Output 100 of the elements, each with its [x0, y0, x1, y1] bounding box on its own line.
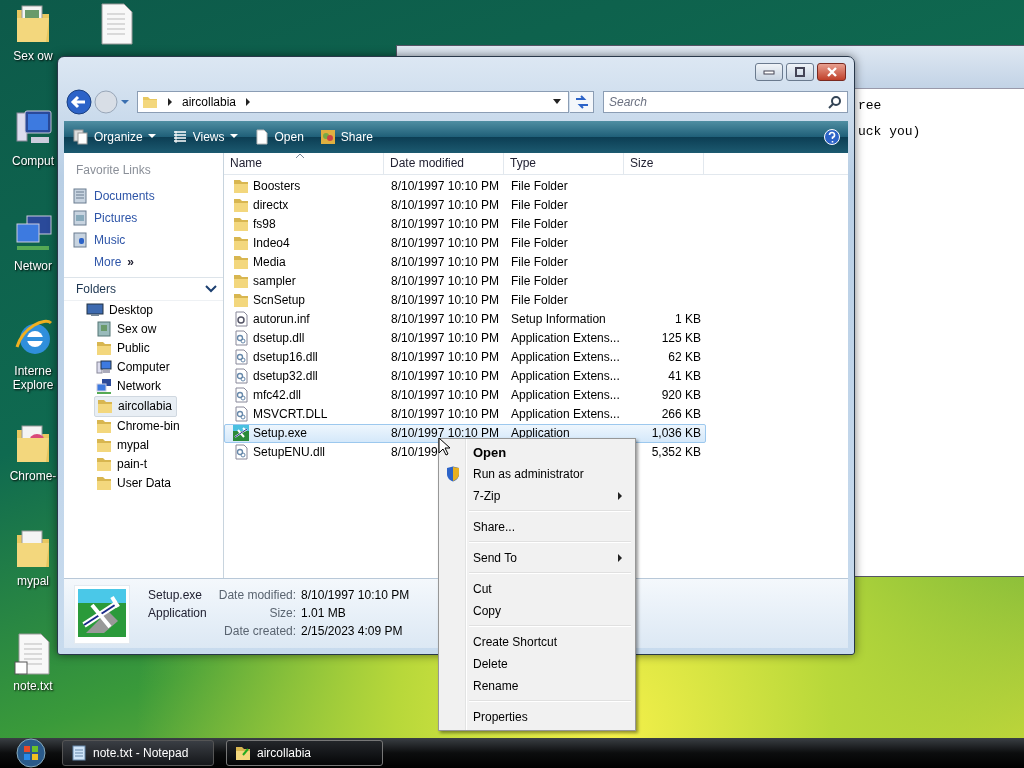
desktop-icon-label[interactable]: Sex ow [13, 49, 53, 63]
menu-item[interactable]: 7-Zip [441, 485, 633, 507]
history-dropdown-icon[interactable] [120, 98, 130, 105]
gear-file-icon [233, 444, 249, 461]
library-icon [72, 187, 88, 204]
folders-header[interactable]: Folders [64, 276, 223, 301]
toolbar-button[interactable]: Share [314, 124, 378, 149]
file-item[interactable]: SetupENU.dll [225, 444, 385, 461]
menu-item[interactable]: Create Shortcut [441, 631, 633, 653]
file-item[interactable]: dsetup.dll [225, 330, 385, 347]
folder-icon [96, 475, 112, 492]
tree-item[interactable]: Chrome-bin [94, 416, 184, 436]
file-item[interactable]: dsetup32.dll [225, 368, 385, 385]
folder-icon [96, 340, 112, 357]
desktop-icon-label[interactable]: Chrome- [9, 469, 57, 483]
date-modified: 8/10/1997 10:10 PM [391, 426, 500, 441]
notepad-text: ree [858, 97, 883, 115]
date-modified: 8/10/1997 10:10 PM [391, 388, 500, 403]
monitor-icon [86, 303, 104, 318]
column-header[interactable]: Date modified [384, 152, 504, 174]
menu-item[interactable]: Delete [441, 653, 633, 675]
menu-item[interactable]: Copy [441, 600, 633, 622]
file-size: 41 KB [668, 369, 701, 384]
desktop-icon-label[interactable]: Comput [12, 154, 54, 168]
search-field[interactable]: Search [603, 90, 848, 113]
file-type: File Folder [511, 236, 568, 251]
menu-item[interactable]: Cut [441, 578, 633, 600]
file-type: Application Extens... [511, 331, 620, 346]
toolbar-button[interactable]: Views [166, 124, 243, 149]
column-header[interactable]: Name [224, 152, 384, 174]
file-item[interactable]: ScnSetup [225, 292, 385, 309]
folder-icon [233, 292, 249, 309]
help-icon[interactable] [824, 128, 840, 145]
breadcrumb-arrow-icon[interactable] [244, 97, 253, 106]
file-item[interactable]: dsetup16.dll [225, 349, 385, 366]
tree-item[interactable]: Sex ow [94, 319, 161, 339]
file-item[interactable]: autorun.inf [225, 311, 385, 328]
folder-icon [235, 745, 251, 761]
file-item[interactable]: Media [225, 254, 385, 271]
menu-item[interactable]: Share... [441, 516, 633, 538]
file-type: File Folder [511, 274, 568, 289]
tree-item[interactable]: Public [94, 338, 154, 358]
date-modified: 8/10/1997 10:10 PM [391, 350, 500, 365]
library-icon [72, 231, 88, 248]
close-icon [825, 66, 838, 77]
minimize-button[interactable] [755, 62, 783, 81]
file-type: File Folder [511, 217, 568, 232]
taskbar-button[interactable]: aircollabia [226, 740, 383, 766]
file-size: 62 KB [668, 350, 701, 365]
menu-item[interactable]: Send To [441, 547, 633, 569]
date-modified: 8/10/1997 10:10 PM [391, 179, 500, 194]
dropdown-icon[interactable] [552, 98, 562, 105]
file-type: File Folder [511, 198, 568, 213]
more-chevron[interactable]: » [127, 254, 135, 269]
file-item[interactable]: mfc42.dll [225, 387, 385, 404]
favorite-link[interactable]: Documents [94, 188, 155, 203]
tree-item[interactable]: Network [94, 376, 165, 396]
search-icon[interactable] [828, 94, 842, 109]
date-modified: 8/10/1997 10:10 PM [391, 255, 500, 270]
maximize-button[interactable] [786, 62, 814, 81]
menu-item[interactable]: Rename [441, 675, 633, 697]
file-item[interactable]: sampler [225, 273, 385, 290]
breadcrumb-arrow-icon[interactable] [166, 97, 174, 106]
tree-item[interactable]: pain-t [94, 454, 152, 474]
column-header[interactable]: Type [504, 152, 624, 174]
tree-item[interactable]: Computer [94, 357, 174, 377]
desktop-icon-label[interactable]: Networ [14, 259, 52, 273]
favorite-link[interactable]: Music [94, 232, 126, 247]
back-button[interactable] [66, 88, 92, 115]
toolbar-button[interactable]: Open [248, 124, 309, 149]
menu-item[interactable]: Run as administrator [441, 463, 633, 485]
gear-file-icon [233, 406, 249, 423]
taskbar-button[interactable]: note.txt - Notepad [62, 740, 214, 766]
file-name: Setup.exe [148, 588, 204, 603]
text-file-shortcut-icon[interactable] [13, 632, 53, 676]
desktop-icon-label[interactable]: note.txt [13, 679, 53, 693]
notepad-text: uck you) [858, 123, 922, 141]
toolbar-button[interactable]: Organize [68, 124, 161, 149]
close-button[interactable] [817, 62, 846, 81]
file-item[interactable]: fs98 [225, 216, 385, 233]
menu-item[interactable]: Properties [441, 706, 633, 728]
tree-item[interactable]: User Data [94, 473, 176, 493]
tree-item[interactable]: Desktop [84, 300, 158, 320]
file-item[interactable]: Boosters [225, 178, 385, 195]
property-label: Size: [268, 606, 297, 621]
breadcrumb[interactable]: aircollabia [182, 94, 237, 109]
desktop-icon-label[interactable]: mypal [17, 574, 49, 588]
favorite-link[interactable]: Pictures [94, 210, 138, 225]
more-link[interactable]: More [94, 254, 122, 269]
refresh-button[interactable] [570, 90, 594, 113]
tree-item[interactable]: mypal [94, 435, 153, 455]
desktop-icon-label[interactable]: Interne Explore [6, 364, 60, 392]
address-bar[interactable]: aircollabia [137, 90, 569, 113]
file-item[interactable]: Setup.exe [225, 425, 385, 442]
tree-item[interactable]: aircollabia [94, 395, 178, 417]
file-item[interactable]: Indeo4 [225, 235, 385, 252]
caret-icon [147, 134, 156, 140]
column-header[interactable]: Size [624, 152, 704, 174]
file-item[interactable]: directx [225, 197, 385, 214]
file-item[interactable]: MSVCRT.DLL [225, 406, 385, 423]
